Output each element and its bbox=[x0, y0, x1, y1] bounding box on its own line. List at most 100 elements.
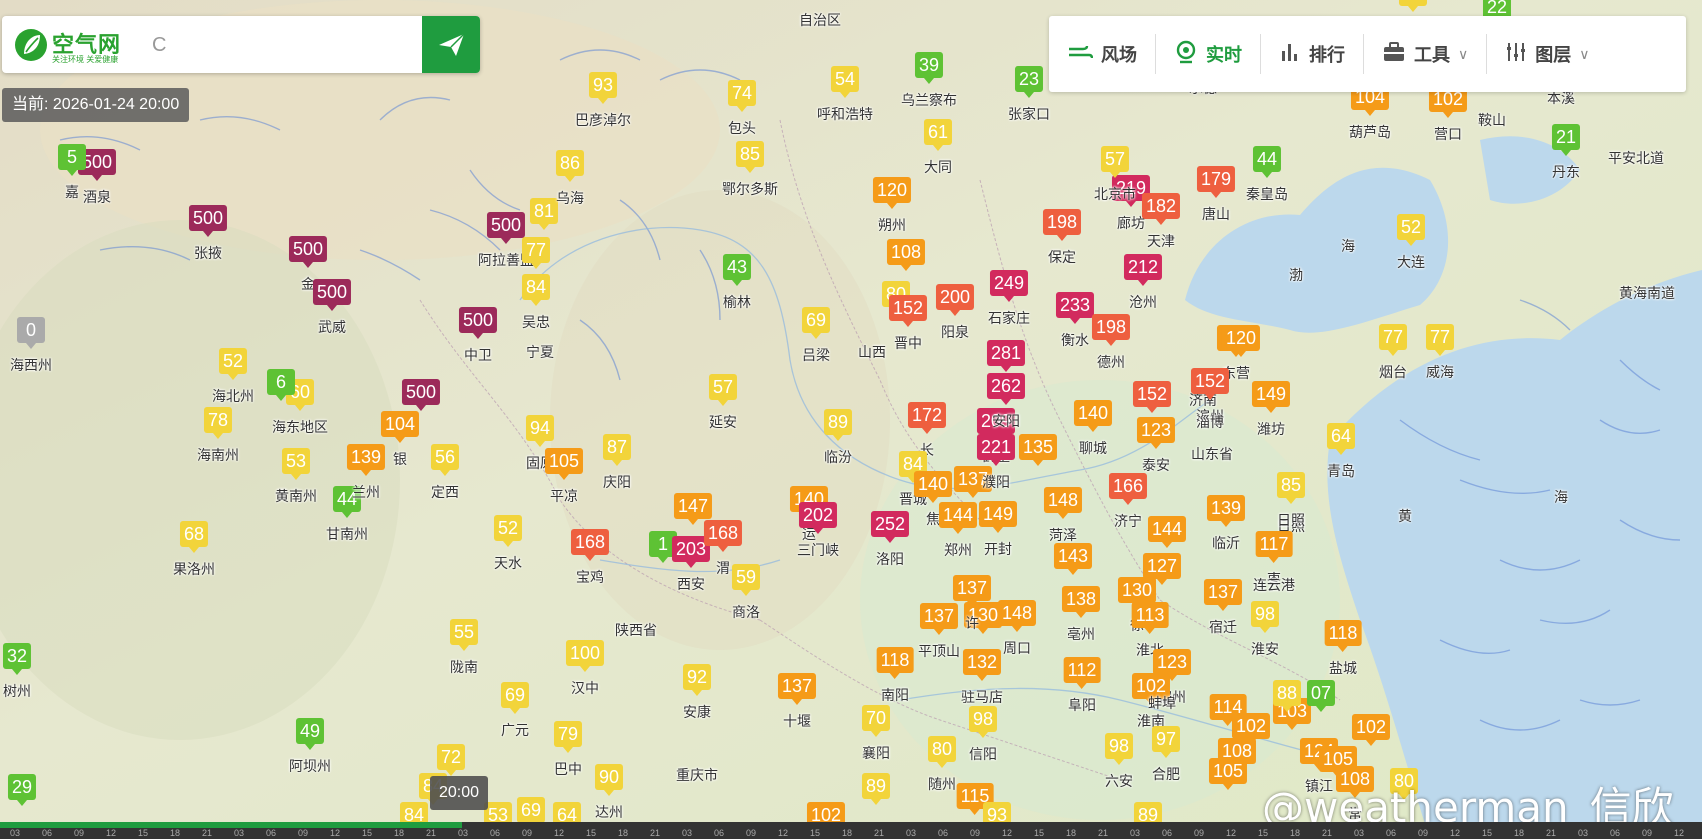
aqi-station-marker[interactable]: 69 吕梁 bbox=[801, 307, 831, 363]
aqi-station-marker[interactable]: 07 bbox=[1306, 680, 1336, 712]
site-logo[interactable]: 空气网 关注环境 关爱健康 bbox=[14, 26, 142, 64]
aqi-station-marker[interactable]: 139 兰州 bbox=[346, 444, 386, 500]
aqi-station-marker[interactable]: 140 焦 bbox=[913, 471, 953, 527]
aqi-station-marker[interactable]: 149 潍坊 bbox=[1251, 381, 1291, 437]
tool-wind-field[interactable]: 风场 bbox=[1049, 16, 1155, 92]
aqi-station-marker[interactable]: 77 烟台 bbox=[1378, 324, 1408, 380]
aqi-station-marker[interactable]: 137 平顶山 bbox=[918, 603, 960, 659]
aqi-station-marker[interactable]: 52 天水 bbox=[493, 515, 523, 571]
aqi-station-marker[interactable]: 500 武威 bbox=[312, 279, 352, 335]
aqi-station-marker[interactable]: 44 秦皇岛 bbox=[1246, 146, 1288, 202]
aqi-station-marker[interactable]: 70 襄阳 bbox=[861, 705, 891, 761]
aqi-station-marker[interactable]: 200 阳泉 bbox=[935, 284, 975, 340]
aqi-station-marker[interactable]: 80 随州 bbox=[927, 736, 957, 792]
aqi-station-marker[interactable]: 138 亳州 bbox=[1061, 586, 1101, 642]
aqi-station-marker[interactable]: 104 银 bbox=[380, 411, 420, 467]
aqi-station-marker[interactable]: 81 bbox=[529, 198, 559, 230]
aqi-station-marker[interactable]: 53 黄南州 bbox=[275, 448, 317, 504]
aqi-station-marker[interactable]: 112 阜阳 bbox=[1063, 657, 1101, 713]
aqi-station-marker[interactable]: 148 菏泽 bbox=[1043, 487, 1083, 543]
aqi-station-marker[interactable]: 168 渭 bbox=[703, 520, 743, 576]
timeline-bar[interactable]: 03 06 09 12 15 18 21 03 06 09 12 15 18 21 03 06 09 12 15 18… bbox=[0, 822, 1702, 839]
aqi-station-marker[interactable]: 52 大连 bbox=[1396, 214, 1426, 270]
aqi-station-marker[interactable]: 86 乌海 bbox=[555, 150, 585, 206]
tool-tools-dropdown[interactable]: 工具 ∨ bbox=[1364, 16, 1486, 92]
aqi-station-marker[interactable]: 144 bbox=[1147, 516, 1187, 548]
aqi-station-marker[interactable]: 500 金 bbox=[288, 236, 328, 292]
aqi-station-marker[interactable]: 152 滨州 bbox=[1190, 368, 1230, 424]
aqi-station-marker[interactable]: 152 晋中 bbox=[888, 295, 928, 351]
aqi-station-marker[interactable]: 212 沧州 bbox=[1123, 254, 1163, 310]
aqi-station-marker[interactable]: 77 bbox=[521, 237, 551, 269]
aqi-station-marker[interactable]: 179 唐山 bbox=[1196, 166, 1236, 222]
aqi-station-marker[interactable]: 123 泰安 bbox=[1136, 417, 1176, 473]
search-input[interactable] bbox=[150, 26, 414, 64]
aqi-station-marker[interactable]: 117 枣 bbox=[1255, 531, 1293, 587]
aqi-station-marker[interactable]: 281 bbox=[986, 340, 1026, 372]
aqi-station-marker[interactable]: 148 周口 bbox=[997, 600, 1037, 656]
aqi-station-marker[interactable]: 89 临汾 bbox=[823, 409, 853, 465]
aqi-station-marker[interactable]: 166 济宁 bbox=[1108, 473, 1148, 529]
aqi-station-marker[interactable]: 118 盐城 bbox=[1324, 620, 1362, 676]
aqi-station-marker[interactable]: 500 中卫 bbox=[458, 307, 498, 363]
aqi-station-marker[interactable]: 233 衡水 bbox=[1055, 292, 1095, 348]
search-button[interactable] bbox=[422, 16, 480, 73]
aqi-station-marker[interactable]: 85 鄂尔多斯 bbox=[722, 141, 778, 197]
aqi-station-marker[interactable]: 92 安康 bbox=[682, 664, 712, 720]
aqi-station-marker[interactable]: 5嘉 bbox=[58, 144, 86, 200]
aqi-station-marker[interactable]: 100 汉中 bbox=[565, 640, 605, 696]
aqi-station-marker[interactable]: 32 树州 bbox=[2, 643, 32, 699]
aqi-station-marker[interactable]: 137 十堰 bbox=[777, 673, 817, 729]
tool-ranking[interactable]: 排行 bbox=[1261, 16, 1363, 92]
aqi-station-marker[interactable]: 23 张家口 bbox=[1008, 66, 1050, 122]
aqi-station-marker[interactable]: 72 bbox=[436, 744, 466, 776]
aqi-station-marker[interactable]: 21 丹东 bbox=[1551, 124, 1581, 180]
aqi-station-marker[interactable]: 500 张掖 bbox=[188, 205, 228, 261]
aqi-station-marker[interactable]: 69 广元 bbox=[500, 682, 530, 738]
aqi-station-marker[interactable]: 172 长 bbox=[907, 402, 947, 458]
aqi-station-marker[interactable]: 144 郑州 bbox=[938, 502, 978, 558]
aqi-station-marker[interactable]: 108 bbox=[886, 239, 926, 271]
aqi-station-marker[interactable]: 64 青岛 bbox=[1326, 423, 1356, 479]
aqi-station-marker[interactable]: 6 bbox=[267, 369, 295, 401]
aqi-station-marker[interactable]: 93 巴彦淖尔 bbox=[575, 72, 631, 128]
aqi-station-marker[interactable]: 98 六安 bbox=[1104, 733, 1134, 789]
aqi-station-marker[interactable]: 68 果洛州 bbox=[173, 521, 215, 577]
aqi-station-marker[interactable]: 143 bbox=[1053, 543, 1093, 575]
tool-realtime[interactable]: 实时 bbox=[1156, 16, 1260, 92]
aqi-station-marker[interactable]: 137 许 bbox=[952, 575, 992, 631]
aqi-station-marker[interactable]: 61 大同 bbox=[923, 119, 953, 175]
aqi-station-marker[interactable]: 94 固原 bbox=[525, 415, 555, 471]
aqi-station-marker[interactable]: 182 天津 bbox=[1141, 193, 1181, 249]
aqi-station-marker[interactable]: 87 庆阳 bbox=[602, 434, 632, 490]
aqi-station-marker[interactable]: 49 阿坝州 bbox=[289, 718, 331, 774]
aqi-station-marker[interactable]: 98 信阳 bbox=[968, 706, 998, 762]
aqi-station-marker[interactable]: 135 bbox=[1018, 434, 1058, 466]
aqi-station-marker[interactable]: 89 bbox=[861, 773, 891, 805]
aqi-station-marker[interactable]: 97 合肥 bbox=[1151, 726, 1181, 782]
aqi-station-marker[interactable]: 139 临沂 bbox=[1206, 495, 1246, 551]
aqi-station-marker[interactable]: 85 日照 bbox=[1276, 472, 1306, 528]
aqi-station-marker[interactable]: 140 聊城 bbox=[1073, 400, 1113, 456]
aqi-station-marker[interactable]: 202 三门峡 bbox=[797, 502, 839, 558]
aqi-station-marker[interactable]: 88 bbox=[1272, 680, 1302, 712]
aqi-station-marker[interactable]: 113 淮北 bbox=[1131, 602, 1169, 658]
aqi-station-marker[interactable]: 0 海西州 bbox=[10, 317, 52, 373]
aqi-station-marker[interactable]: 252 洛阳 bbox=[870, 511, 910, 567]
aqi-station-marker[interactable]: 55 陇南 bbox=[449, 619, 479, 675]
aqi-station-marker[interactable]: 98 淮安 bbox=[1250, 601, 1280, 657]
aqi-station-marker[interactable]: 84 吴忠 bbox=[521, 274, 551, 330]
aqi-station-marker[interactable]: 79 巴中 bbox=[553, 721, 583, 777]
aqi-station-marker[interactable]: 43 榆林 bbox=[722, 254, 752, 310]
aqi-station-marker[interactable]: 118 南阳 bbox=[876, 647, 914, 703]
aqi-station-marker[interactable]: 152 bbox=[1132, 381, 1172, 413]
aqi-station-marker[interactable]: 132 驻马店 bbox=[961, 649, 1003, 705]
aqi-station-marker[interactable]: 221 濮阳 bbox=[976, 434, 1016, 490]
aqi-station-marker[interactable]: 105 平凉 bbox=[544, 448, 584, 504]
aqi-station-marker[interactable]: 249 石家庄 bbox=[988, 270, 1030, 326]
aqi-station-marker[interactable]: 105 bbox=[1208, 758, 1248, 790]
aqi-station-marker[interactable]: 29 bbox=[7, 774, 37, 806]
aqi-station-marker[interactable]: 56 定西 bbox=[430, 444, 460, 500]
aqi-station-marker[interactable]: 500 bbox=[401, 379, 441, 411]
aqi-station-marker[interactable]: 198 德州 bbox=[1091, 314, 1131, 370]
